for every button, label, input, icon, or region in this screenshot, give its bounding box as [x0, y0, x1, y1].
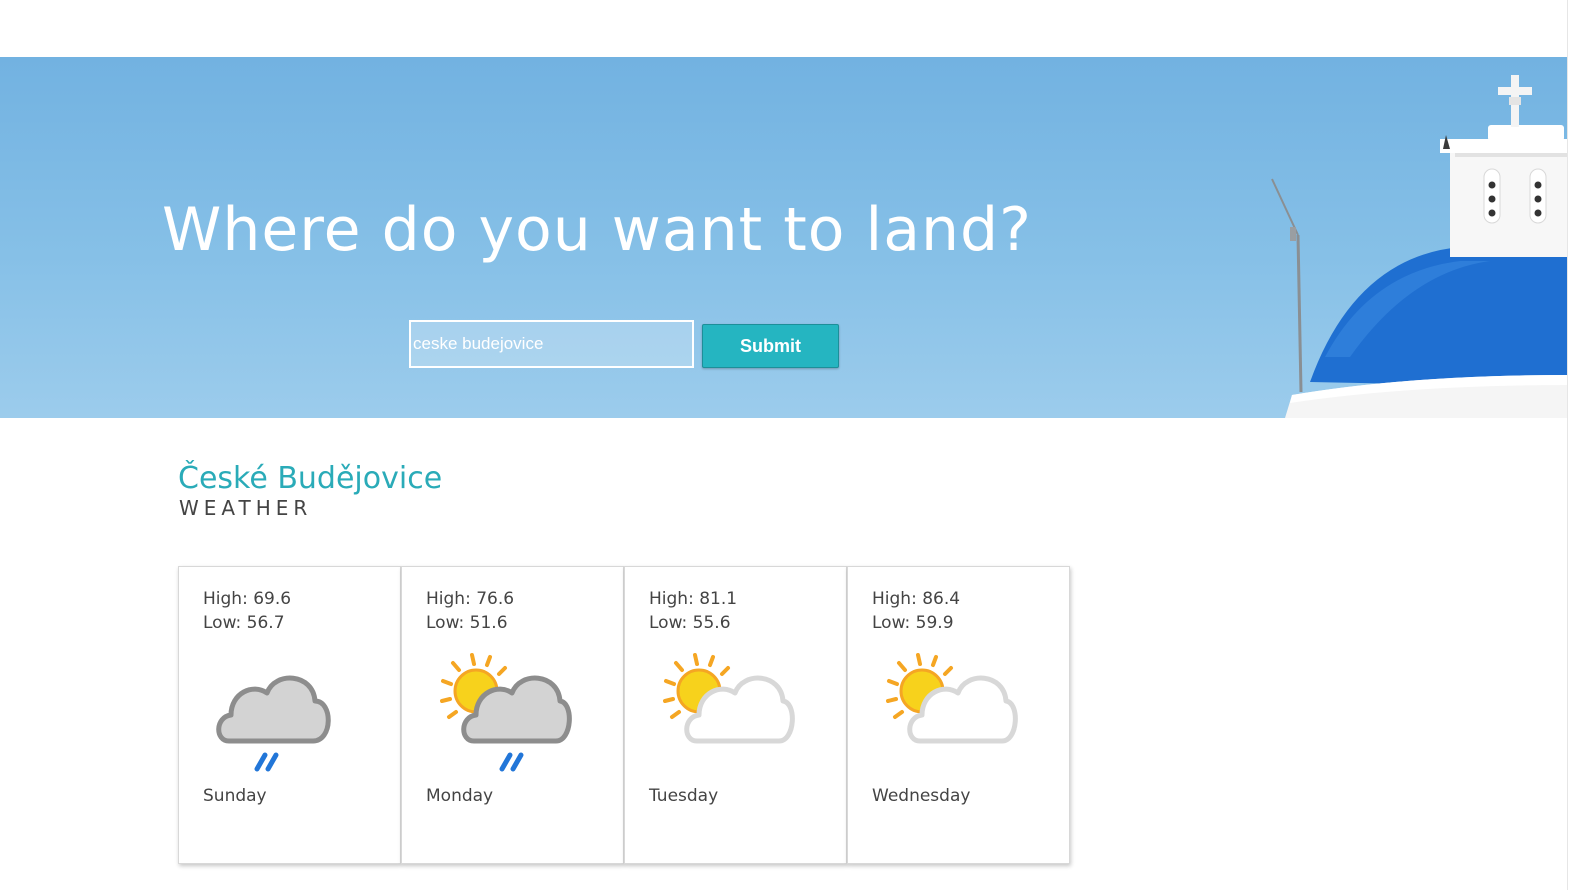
partly-cloudy-icon — [663, 653, 795, 744]
high-temp: High: 81.1 — [649, 589, 738, 609]
high-temp: High: 76.6 — [426, 589, 515, 609]
cloud-rain-icon — [216, 675, 331, 772]
day-label: Monday — [426, 786, 494, 806]
day-label: Sunday — [203, 786, 267, 806]
forecast-cards: High: 69.6 Low: 56.7 Sunday High: 76.6 L… — [178, 566, 1071, 864]
hero-title: Where do you want to land? — [162, 195, 1032, 265]
low-temp: Low: 55.6 — [649, 613, 731, 633]
hero-banner: Where do you want to land? Submit — [0, 57, 1568, 418]
high-temp: High: 86.4 — [872, 589, 961, 609]
temperature-range: High: 81.1 Low: 55.6 — [649, 587, 737, 635]
forecast-card-tuesday: High: 81.1 Low: 55.6 Tuesday — [624, 566, 847, 864]
forecast-card-monday: High: 76.6 Low: 51.6 Monday — [401, 566, 624, 864]
low-temp: Low: 51.6 — [426, 613, 508, 633]
weather-subtitle: WEATHER — [179, 496, 313, 520]
low-temp: Low: 59.9 — [872, 613, 954, 633]
day-label: Tuesday — [649, 786, 719, 806]
submit-button[interactable]: Submit — [702, 324, 839, 368]
page-scrollbar[interactable] — [1567, 0, 1582, 890]
church-dome-image — [1271, 75, 1568, 418]
high-temp: High: 69.6 — [203, 589, 292, 609]
temperature-range: High: 69.6 Low: 56.7 — [203, 587, 291, 635]
forecast-card-sunday: High: 69.6 Low: 56.7 Sunday — [178, 566, 401, 864]
city-title: České Budějovice — [178, 461, 443, 496]
temperature-range: High: 86.4 Low: 59.9 — [872, 587, 960, 635]
low-temp: Low: 56.7 — [203, 613, 285, 633]
sun-cloud-rain-icon — [440, 653, 572, 772]
partly-cloudy-icon — [886, 653, 1018, 744]
forecast-card-wednesday: High: 86.4 Low: 59.9 Wednesday — [847, 566, 1070, 864]
day-label: Wednesday — [872, 786, 971, 806]
temperature-range: High: 76.6 Low: 51.6 — [426, 587, 514, 635]
destination-search-input[interactable] — [409, 320, 694, 368]
